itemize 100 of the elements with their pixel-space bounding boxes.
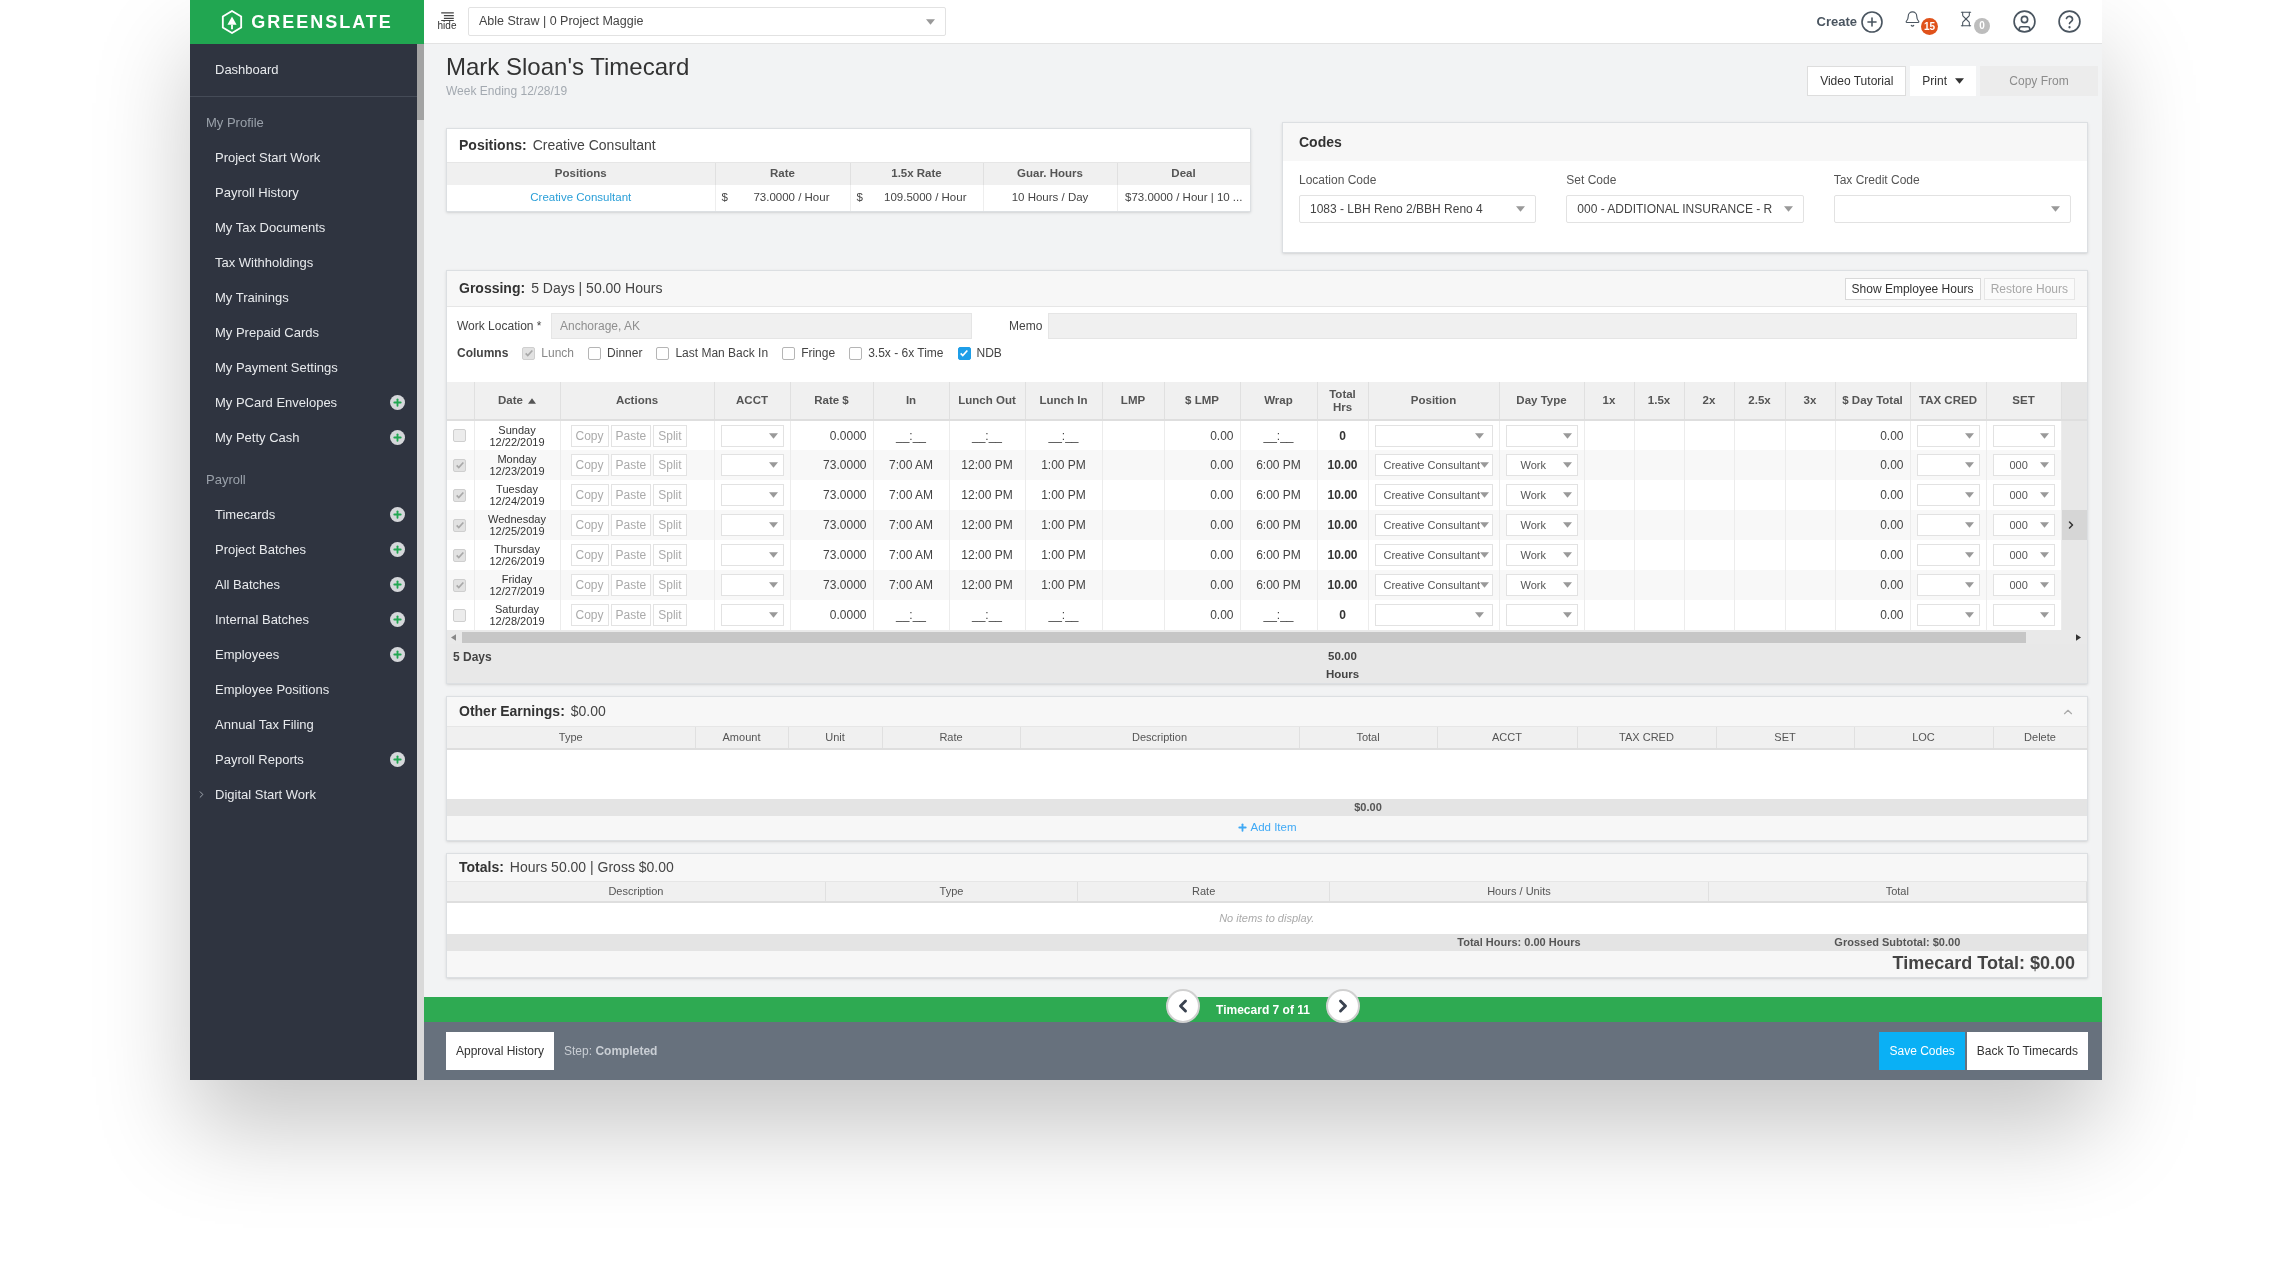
next-button[interactable] [1326,989,1360,1023]
column-header[interactable]: 2x [1702,394,1716,407]
add-icon[interactable] [390,577,405,592]
column-header[interactable]: Rate $ [814,394,849,407]
day-type-dropdown[interactable] [1505,424,1578,447]
set-dropdown[interactable]: 000 [1992,574,2055,596]
approval-history-button[interactable]: Approval History [446,1032,555,1070]
position-dropdown[interactable]: Creative Consultant [1374,574,1493,596]
column-header[interactable]: Day Type [1516,394,1567,407]
tax-credit-dropdown[interactable] [1916,544,1980,566]
sidebar-item[interactable]: My Prepaid Cards [215,322,320,343]
column-header[interactable]: SET [2012,394,2035,407]
project-select[interactable]: Able Straw | 0 Project Maggie [468,7,946,36]
add-icon[interactable] [390,542,405,557]
set-dropdown[interactable]: 000 [1992,544,2055,566]
sidebar-item[interactable]: My Payment Settings [215,357,338,378]
column-header[interactable]: 1x [1602,394,1616,407]
row-checkbox[interactable] [453,488,466,502]
column-header[interactable]: Position [1410,394,1457,407]
column-header[interactable]: Total Hrs [1321,387,1364,414]
acct-dropdown[interactable] [720,424,784,447]
acct-dropdown[interactable] [720,514,784,536]
sidebar-item[interactable]: Tax Withholdings [215,252,314,273]
horizontal-scrollbar[interactable] [447,630,2087,644]
row-checkbox[interactable] [453,608,466,622]
add-icon[interactable] [390,647,405,662]
day-type-dropdown[interactable] [1505,604,1578,626]
acct-dropdown[interactable] [720,484,784,506]
sidebar-item[interactable]: Project Start Work [215,147,321,168]
add-icon[interactable] [390,430,405,445]
position-dropdown[interactable] [1374,604,1493,626]
sidebar-item[interactable]: Employee Positions [215,679,330,700]
add-icon[interactable] [390,612,405,627]
footer-button[interactable]: Back To Timecards [1966,1032,2088,1070]
position-dropdown[interactable] [1374,424,1493,447]
scrollbar[interactable] [417,44,424,1080]
sidebar-item[interactable]: Payroll History [215,182,299,203]
sidebar-item[interactable]: My Trainings [215,287,289,308]
column-header[interactable]: Wrap [1264,394,1293,407]
code-select[interactable] [1833,195,2071,223]
toolbar-button[interactable]: Print [1910,66,1976,96]
acct-dropdown[interactable] [720,544,784,566]
row-checkbox[interactable] [453,578,466,592]
sidebar-item[interactable]: Employees [215,644,280,665]
column-header[interactable]: 3x [1803,394,1817,407]
position-dropdown[interactable]: Creative Consultant [1374,484,1493,506]
sidebar-item[interactable]: My PCard Envelopes [215,392,338,413]
column-header[interactable]: Lunch Out [958,394,1016,407]
add-icon[interactable] [390,752,405,767]
column-checkbox[interactable] [782,346,796,360]
position-dropdown[interactable]: Creative Consultant [1374,514,1493,536]
row-checkbox[interactable] [453,429,466,442]
column-checkbox[interactable] [656,346,670,360]
acct-dropdown[interactable] [720,574,784,596]
toolbar-button[interactable]: Video Tutorial [1807,66,1907,96]
day-type-dropdown[interactable]: Work [1505,484,1578,506]
sidebar-item[interactable]: Timecards [215,504,276,525]
scroll-left-arrow-icon[interactable] [451,633,456,641]
tax-credit-dropdown[interactable] [1916,424,1980,447]
row-checkbox[interactable] [453,518,466,532]
day-type-dropdown[interactable]: Work [1505,544,1578,566]
position-dropdown[interactable]: Creative Consultant [1374,454,1493,476]
day-type-dropdown[interactable]: Work [1505,574,1578,596]
day-type-dropdown[interactable]: Work [1505,454,1578,476]
create-button[interactable]: Create [1816,9,1884,34]
column-checkbox[interactable] [849,346,863,360]
set-dropdown[interactable] [1992,424,2055,447]
previous-button[interactable] [1166,989,1200,1023]
sidebar-item[interactable]: Annual Tax Filing [215,714,314,735]
sidebar-item[interactable]: Internal Batches [215,609,309,630]
sidebar-item[interactable]: Digital Start Work [215,784,316,805]
tax-credit-dropdown[interactable] [1916,574,1980,596]
set-dropdown[interactable]: 000 [1992,484,2055,506]
column-header[interactable]: LMP [1120,394,1146,407]
set-dropdown[interactable]: 000 [1992,454,2055,476]
day-type-dropdown[interactable]: Work [1505,514,1578,536]
column-header[interactable]: $ Day Total [1842,394,1903,407]
user-avatar-icon[interactable] [2012,9,2037,34]
tax-credit-dropdown[interactable] [1916,454,1980,476]
memo-field[interactable] [1048,313,2077,339]
work-location-field[interactable]: Anchorage, AK [551,313,972,339]
column-header[interactable]: 1.5x [1647,394,1671,407]
tax-credit-dropdown[interactable] [1916,604,1980,626]
add-icon[interactable] [390,395,405,410]
sidebar-item[interactable]: Project Batches [215,539,307,560]
position-dropdown[interactable]: Creative Consultant [1374,544,1493,566]
column-header[interactable]: Actions [615,394,659,407]
column-header[interactable]: Date [498,394,523,407]
sidebar-item[interactable]: Payroll Reports [215,749,304,770]
sidebar-item[interactable]: Dashboard [215,59,279,80]
header-button[interactable]: Show Employee Hours [1844,277,1981,300]
scroll-right-arrow-icon[interactable] [2076,633,2081,641]
hide-sidebar-button[interactable]: hide [436,12,458,31]
set-dropdown[interactable] [1992,604,2055,626]
acct-dropdown[interactable] [720,454,784,476]
column-checkbox[interactable] [957,346,971,360]
tax-credit-dropdown[interactable] [1916,514,1980,536]
column-checkbox[interactable] [588,346,602,360]
column-header[interactable]: ACCT [736,394,768,407]
add-icon[interactable] [390,507,405,522]
